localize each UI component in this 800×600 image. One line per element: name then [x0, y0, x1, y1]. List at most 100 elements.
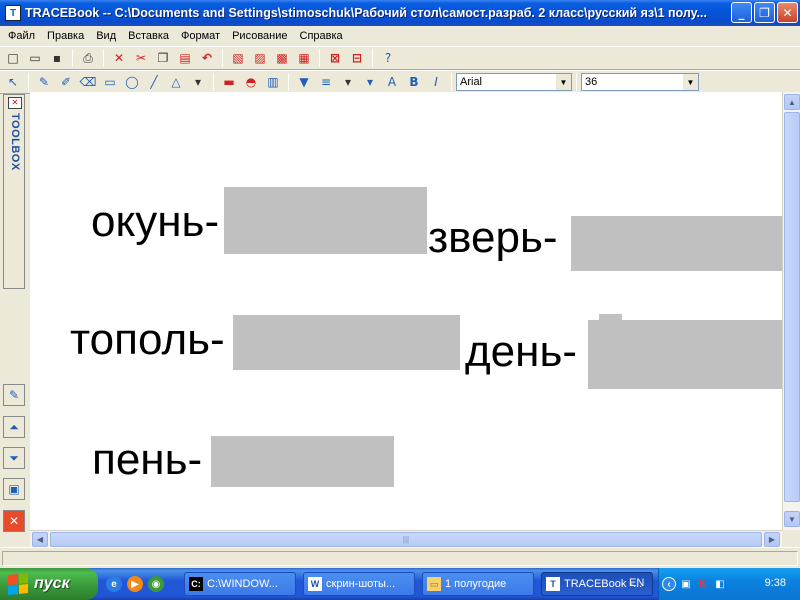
page-copy-icon[interactable]: ▩: [272, 48, 292, 68]
undo-icon[interactable]: ↶: [197, 48, 217, 68]
horizontal-scrollbar[interactable]: ◀ ||| ▶: [30, 530, 782, 547]
antivirus-icon[interactable]: K: [696, 577, 710, 591]
answer-box[interactable]: [224, 187, 427, 254]
triangle-icon[interactable]: △: [166, 72, 186, 92]
scroll-right-icon[interactable]: ▶: [764, 532, 780, 547]
line-icon[interactable]: ╱: [144, 72, 164, 92]
toolbox-tab[interactable]: ✕ TOOLBOX: [3, 94, 25, 289]
title-bar[interactable]: T TRACEBook -- C:\Documents and Settings…: [0, 0, 800, 26]
task-cmd[interactable]: C: C:\WINDOW...: [184, 572, 296, 596]
scroll-up-icon[interactable]: ▲: [784, 94, 800, 110]
toolbar-separator: [288, 73, 289, 91]
answer-box[interactable]: [233, 315, 460, 370]
menu-format[interactable]: Формат: [175, 30, 226, 42]
menu-file[interactable]: Файл: [2, 30, 41, 42]
select-arrow-icon[interactable]: ↖: [3, 72, 23, 92]
pen-icon[interactable]: ✎: [34, 72, 54, 92]
scroll-left-icon[interactable]: ◀: [32, 532, 48, 547]
page-up-icon[interactable]: ⏶: [3, 416, 25, 438]
word-okun[interactable]: окунь-: [91, 200, 219, 244]
scroll-down-icon[interactable]: ▼: [784, 511, 800, 527]
tracebook-app-icon[interactable]: T: [5, 5, 21, 21]
bold-button[interactable]: B: [404, 72, 424, 92]
answer-box[interactable]: [211, 436, 394, 487]
layer-close-icon[interactable]: ⊟: [347, 48, 367, 68]
answer-box[interactable]: [588, 320, 782, 389]
menu-insert[interactable]: Вставка: [122, 30, 175, 42]
page-down-icon[interactable]: ⏷: [3, 447, 25, 469]
horizontal-scroll-thumb[interactable]: |||: [50, 532, 762, 547]
maximize-button[interactable]: ❐: [754, 2, 775, 23]
menu-help[interactable]: Справка: [294, 30, 349, 42]
grid-off-icon[interactable]: ⊠: [325, 48, 345, 68]
standard-toolbar: □ ▭ ▪ ⎙ ✕ ✂ ❐ ▤ ↶ ▧ ▨ ▩ ▦ ⊠ ⊟ ?: [0, 46, 800, 70]
highlighter-icon[interactable]: ✐: [56, 72, 76, 92]
menu-edit[interactable]: Правка: [41, 30, 90, 42]
task-folder[interactable]: ▭ 1 полугодие: [422, 572, 534, 596]
cut-icon[interactable]: ✂: [131, 48, 151, 68]
vertical-scrollbar[interactable]: ▲ ▼: [782, 92, 800, 530]
font-size-select[interactable]: 36 ▼: [581, 73, 699, 91]
menu-draw[interactable]: Рисование: [226, 30, 293, 42]
shape-dropdown-icon[interactable]: ▾: [188, 72, 208, 92]
protractor-icon[interactable]: ◓: [241, 72, 261, 92]
text-tool-icon[interactable]: A: [382, 72, 402, 92]
ruler-icon[interactable]: ▬: [219, 72, 239, 92]
cmd-icon: C:: [189, 577, 203, 591]
font-name-value: Arial: [460, 76, 483, 88]
task-word[interactable]: W скрин-шоты...: [303, 572, 415, 596]
line-width-icon[interactable]: ≡: [316, 72, 336, 92]
start-button[interactable]: пуск: [0, 568, 98, 600]
word-topol[interactable]: тополь-: [70, 318, 225, 362]
font-name-select[interactable]: Arial ▼: [456, 73, 572, 91]
line-color-icon[interactable]: ▾: [360, 72, 380, 92]
quick-launch: e ▶ ◉: [106, 576, 164, 592]
toolbox-label: TOOLBOX: [9, 113, 21, 171]
network-icon[interactable]: ▣: [679, 577, 693, 591]
minimize-button[interactable]: _: [731, 2, 752, 23]
save-icon[interactable]: ▪: [47, 48, 67, 68]
desktop-icon[interactable]: ◉: [148, 576, 164, 592]
open-folder-icon[interactable]: ▭: [25, 48, 45, 68]
fill-color-icon[interactable]: ▼: [294, 72, 314, 92]
toolbar-separator: [72, 49, 73, 67]
page-add-icon[interactable]: ▨: [250, 48, 270, 68]
language-indicator[interactable]: EN: [629, 577, 644, 589]
pen-tool-icon[interactable]: ✎: [3, 384, 25, 406]
page-edit-icon[interactable]: ▦: [294, 48, 314, 68]
volume-icon[interactable]: ◧: [713, 577, 727, 591]
italic-button[interactable]: I: [426, 72, 446, 92]
status-panel: [2, 551, 798, 566]
scrollbar-corner: [782, 530, 800, 547]
menu-view[interactable]: Вид: [90, 30, 122, 42]
frame-icon[interactable]: ▣: [3, 478, 25, 500]
menu-bar: Файл Правка Вид Вставка Формат Рисование…: [0, 26, 800, 45]
copy-icon[interactable]: ❐: [153, 48, 173, 68]
media-player-icon[interactable]: ▶: [127, 576, 143, 592]
chevron-down-icon[interactable]: ▼: [556, 74, 571, 90]
word-den[interactable]: день-: [465, 330, 577, 374]
close-icon[interactable]: ✕: [3, 510, 25, 532]
vertical-scroll-thumb[interactable]: [784, 112, 800, 502]
page-canvas[interactable]: окунь- зверь- тополь- день- пень-: [30, 92, 782, 530]
paste-icon[interactable]: ▤: [175, 48, 195, 68]
rectangle-icon[interactable]: ▭: [100, 72, 120, 92]
delete-icon[interactable]: ✕: [109, 48, 129, 68]
print-icon[interactable]: ⎙: [78, 48, 98, 68]
tray-expand-icon[interactable]: ‹: [662, 577, 676, 591]
page-delete-icon[interactable]: ▧: [228, 48, 248, 68]
folder-icon: ▭: [427, 577, 441, 591]
line-width-dropdown-icon[interactable]: ▾: [338, 72, 358, 92]
answer-box[interactable]: [571, 216, 782, 271]
ellipse-icon[interactable]: ◯: [122, 72, 142, 92]
close-button[interactable]: ✕: [777, 2, 798, 23]
scale-icon[interactable]: ▥: [263, 72, 283, 92]
word-zver[interactable]: зверь-: [428, 216, 558, 260]
internet-explorer-icon[interactable]: e: [106, 576, 122, 592]
help-icon[interactable]: ?: [378, 48, 398, 68]
status-bar: [0, 547, 800, 568]
word-pen[interactable]: пень-: [92, 438, 202, 482]
chevron-down-icon[interactable]: ▼: [683, 74, 698, 90]
new-file-icon[interactable]: □: [3, 48, 23, 68]
eraser-icon[interactable]: ⌫: [78, 72, 98, 92]
